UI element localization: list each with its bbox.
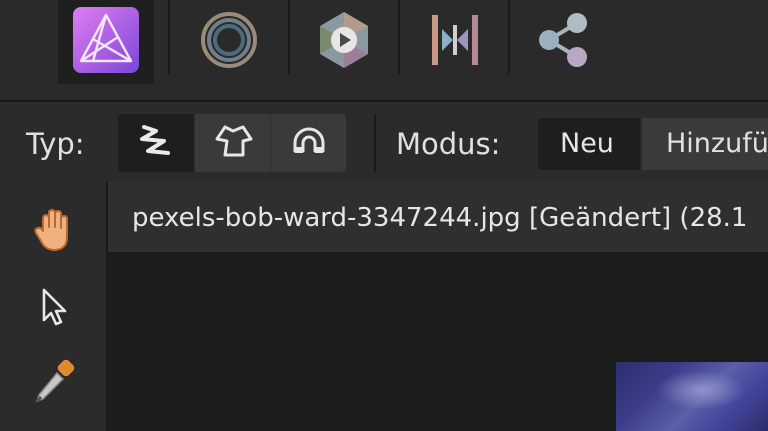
- magnetic-selection-icon: [287, 119, 331, 167]
- type-magnetic-button[interactable]: [270, 114, 346, 172]
- move-tool-icon: [32, 284, 76, 332]
- photo-image: [616, 362, 768, 431]
- persona-toolbar: [0, 0, 768, 102]
- persona-photo-button[interactable]: [58, 0, 154, 84]
- polygonal-selection-icon: [211, 119, 255, 167]
- toolbar-divider: [374, 114, 376, 172]
- persona-develop-button[interactable]: [298, 0, 390, 84]
- hand-tool-icon: [29, 205, 79, 259]
- type-freehand-button[interactable]: [118, 114, 194, 172]
- freehand-selection-icon: [134, 119, 178, 167]
- color-picker-tool-icon: [29, 357, 79, 411]
- tone-mapping-persona-icon: [424, 9, 486, 75]
- affinity-photo-window: Typ: Modus: Neu Hinzufü pexels-bob-ward-…: [0, 0, 768, 431]
- export-persona-icon: [531, 9, 593, 75]
- move-tool-button[interactable]: [24, 278, 84, 338]
- liquify-persona-icon: [198, 9, 260, 75]
- type-polygonal-button[interactable]: [194, 114, 270, 172]
- mode-label: Modus:: [396, 127, 501, 161]
- persona-export-button[interactable]: [520, 0, 604, 84]
- mode-add-button[interactable]: Hinzufü: [642, 118, 768, 170]
- mode-new-button[interactable]: Neu: [538, 118, 640, 170]
- hand-tool-button[interactable]: [24, 202, 84, 262]
- persona-liquify-button[interactable]: [186, 0, 272, 84]
- develop-persona-icon: [312, 8, 376, 76]
- affinity-photo-icon: [71, 5, 141, 79]
- selection-type-group: [118, 114, 346, 172]
- color-picker-tool-button[interactable]: [24, 354, 84, 414]
- document-tab[interactable]: pexels-bob-ward-3347244.jpg [Geändert] (…: [108, 182, 768, 252]
- persona-tone-mapping-button[interactable]: [410, 0, 500, 84]
- document-canvas[interactable]: [108, 252, 768, 431]
- type-label: Typ:: [26, 127, 85, 161]
- document-title: pexels-bob-ward-3347244.jpg [Geändert] (…: [132, 203, 748, 233]
- tools-panel: [0, 182, 108, 431]
